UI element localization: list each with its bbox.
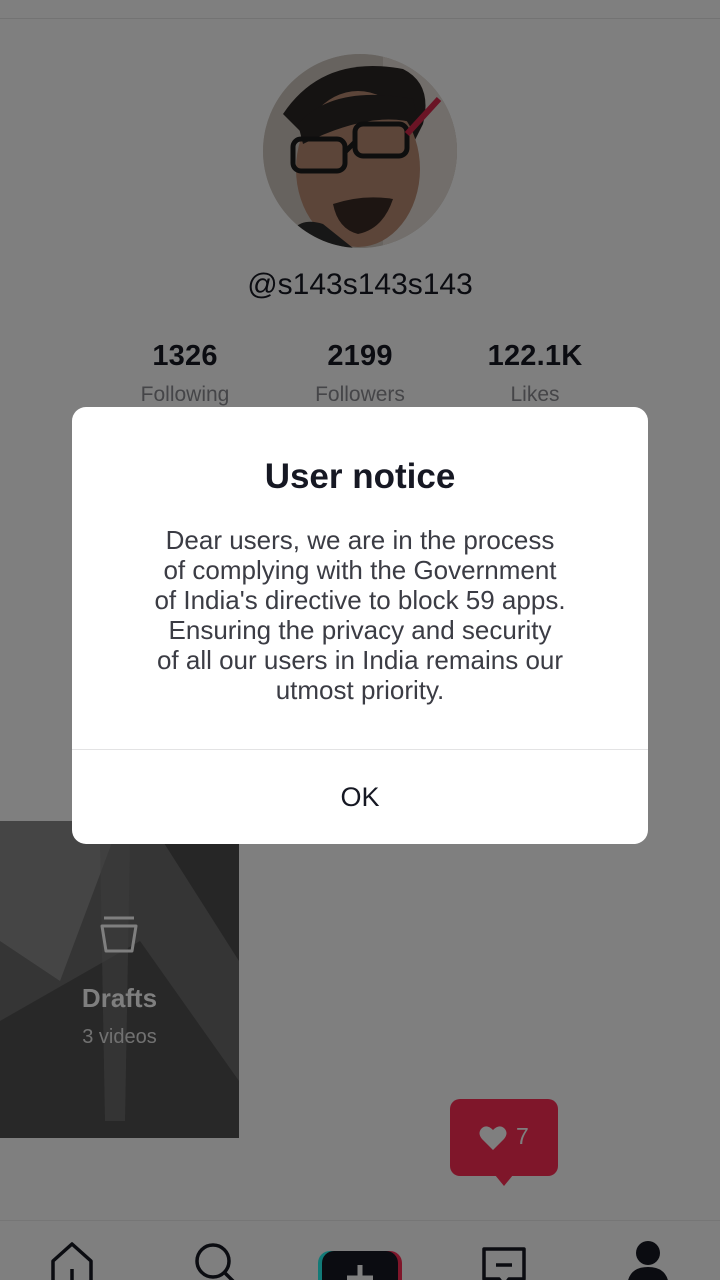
user-notice-dialog: User notice Dear users, we are in the pr… xyxy=(72,407,648,844)
dialog-title: User notice xyxy=(264,457,456,496)
ok-button[interactable]: OK xyxy=(72,750,648,844)
dialog-message: Dear users, we are in the process of com… xyxy=(154,525,566,705)
